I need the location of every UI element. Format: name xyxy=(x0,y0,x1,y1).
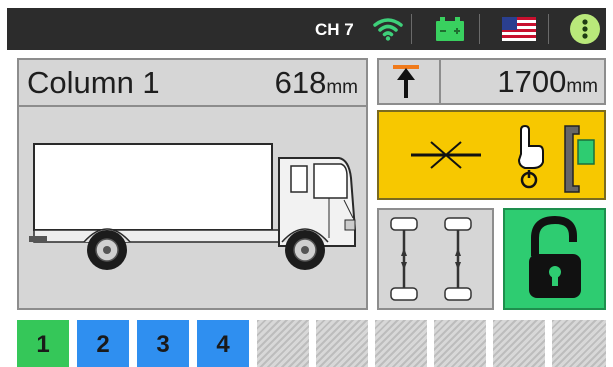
status-separator xyxy=(548,14,549,44)
info-menu-icon[interactable] xyxy=(570,14,600,44)
status-bar: CH 7 xyxy=(7,8,606,50)
column-tile-empty xyxy=(375,320,427,367)
status-separator xyxy=(411,14,412,44)
axle-layout-button[interactable] xyxy=(377,208,494,310)
column-title: Column 1 xyxy=(27,65,160,100)
lift-action-panel[interactable] xyxy=(377,110,606,200)
press-button-hand-icon xyxy=(517,124,544,189)
column-tiles: 1 2 3 4 xyxy=(17,320,606,367)
max-height-unit: mm xyxy=(566,76,598,97)
padlock-icon xyxy=(529,215,581,298)
max-height-readout: 1700mm xyxy=(497,64,598,100)
column-height-value: 618 xyxy=(274,65,327,100)
height-panel[interactable]: 1700mm xyxy=(377,58,606,105)
us-flag-icon[interactable] xyxy=(502,17,536,41)
column-tile-3[interactable]: 3 xyxy=(137,320,189,367)
column-lift-icon xyxy=(564,125,595,193)
truck-illustration xyxy=(29,143,356,270)
column-tile-empty xyxy=(552,320,606,367)
column-tile-1[interactable]: 1 xyxy=(17,320,69,367)
column-header: Column 1 618mm xyxy=(19,60,366,107)
column-tile-empty xyxy=(434,320,486,367)
column-tile-empty xyxy=(257,320,309,367)
status-separator xyxy=(479,14,480,44)
battery-icon[interactable] xyxy=(435,16,465,42)
column-panel[interactable]: Column 1 618mm xyxy=(17,58,368,310)
column-height-unit: mm xyxy=(326,77,358,98)
column-tile-4[interactable]: 4 xyxy=(197,320,249,367)
column-height-readout: 618mm xyxy=(275,65,358,101)
max-height-value: 1700 xyxy=(497,64,567,99)
column-tile-2[interactable]: 2 xyxy=(77,320,129,367)
lift-height-arrow-icon xyxy=(379,60,441,103)
column-tile-empty xyxy=(493,320,545,367)
wifi-icon xyxy=(373,18,403,41)
lock-button[interactable] xyxy=(503,208,606,310)
axle-layout-icon xyxy=(390,217,472,301)
column-tile-empty xyxy=(316,320,368,367)
level-center-icon xyxy=(411,141,481,169)
channel-label: CH 7 xyxy=(315,20,354,39)
